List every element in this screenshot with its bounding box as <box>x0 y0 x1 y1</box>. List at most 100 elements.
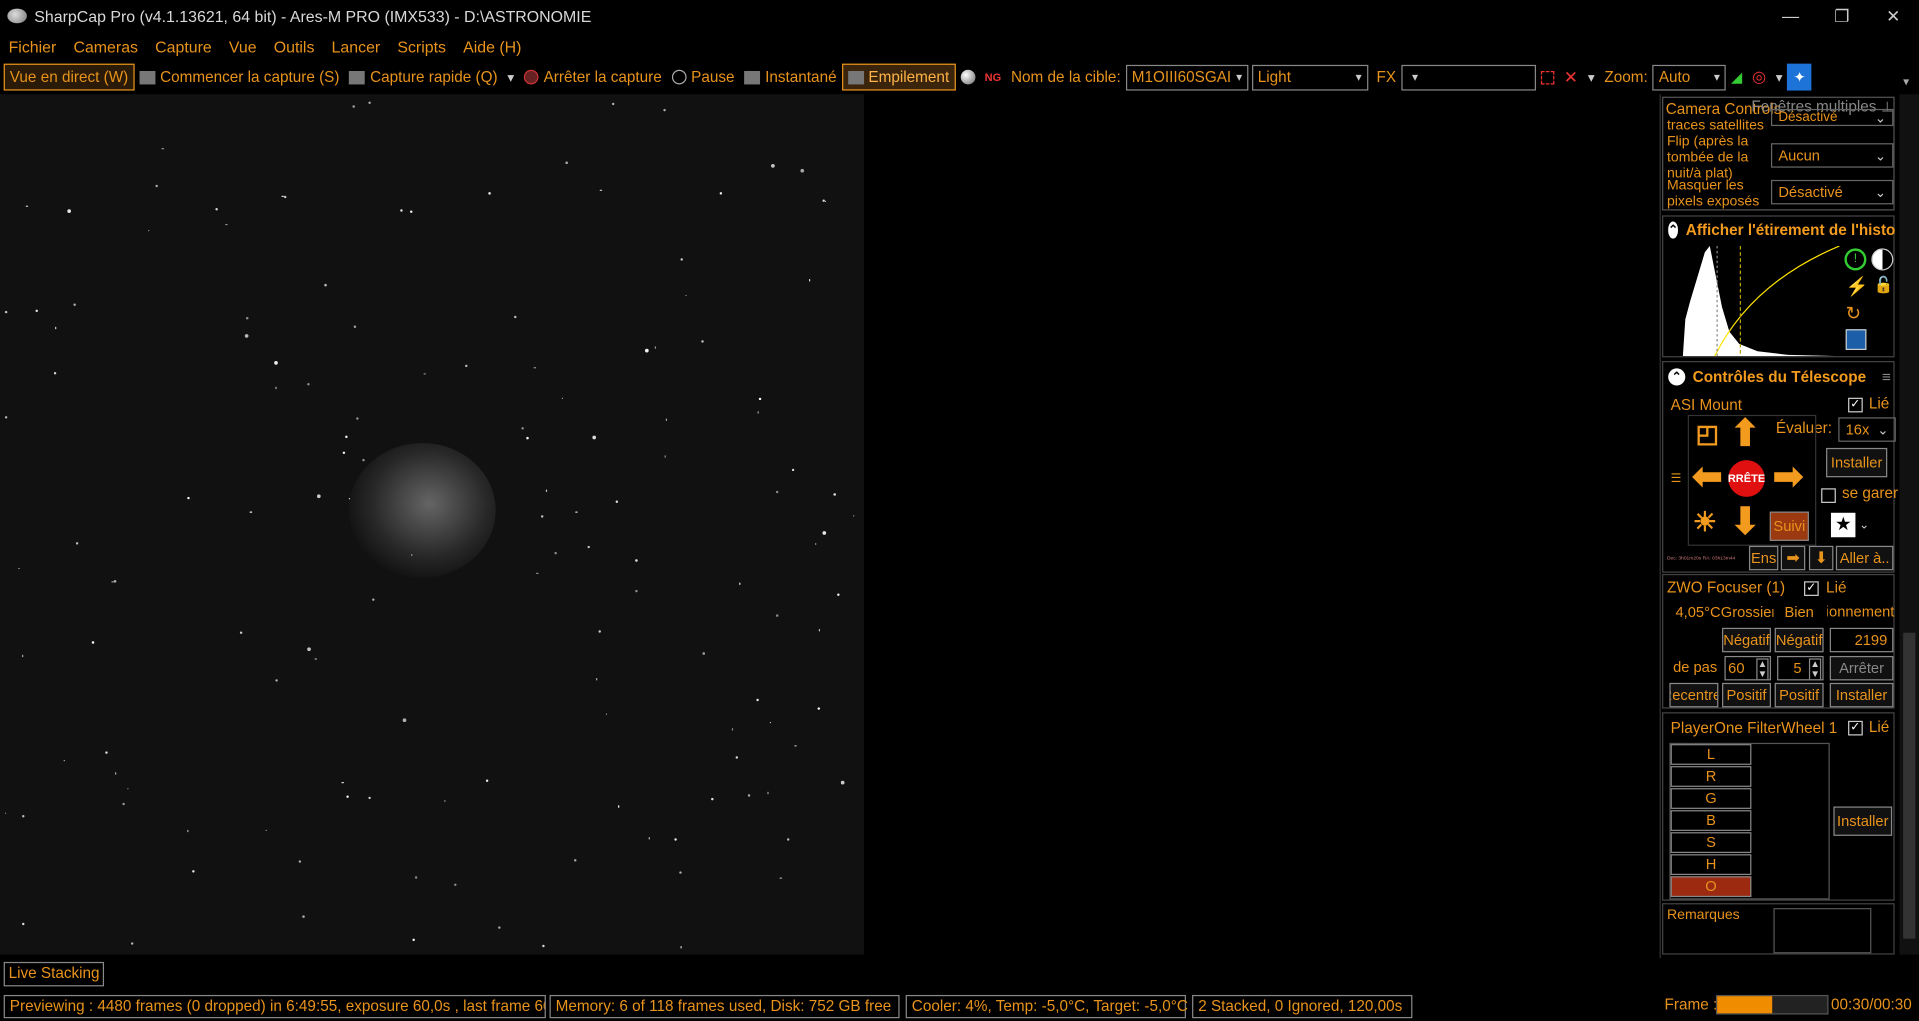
flip-select[interactable]: Aucun <box>1770 143 1894 168</box>
star-point <box>187 496 190 500</box>
filter-item-g[interactable]: G <box>1670 788 1752 809</box>
recenter-button[interactable]: Recentrer <box>1669 682 1719 708</box>
side-grip-icon[interactable]: ☰ <box>1671 472 1682 485</box>
stepper-icon[interactable]: ▲ ▼ <box>1756 658 1769 680</box>
arrow-right-small-button[interactable]: ➡ <box>1780 545 1806 571</box>
collapse-icon[interactable]: ⌃ <box>1668 368 1686 386</box>
star-point <box>324 284 327 287</box>
pause-button[interactable]: Pause <box>667 64 740 91</box>
filterwheel-linked-checkbox[interactable]: ✓ <box>1848 720 1863 736</box>
start-capture-button[interactable]: Commencer la capture (S) <box>134 64 344 91</box>
coarse-negative-button[interactable]: Négatif <box>1722 627 1771 653</box>
focuser-linked-checkbox[interactable]: ✓ <box>1804 581 1819 596</box>
menu-icon[interactable]: ≡ <box>1882 368 1891 385</box>
quick-capture-dropdown-icon[interactable]: ▾ <box>503 64 520 91</box>
mask-pixels-select[interactable]: Désactivé <box>1770 179 1894 205</box>
coarse-steps-input[interactable]: 60 ▲ ▼ <box>1724 655 1771 681</box>
mount-install-button[interactable]: Installer <box>1826 447 1888 478</box>
histogram-plot[interactable] <box>1665 245 1840 357</box>
collapse-icon[interactable]: ⌃ <box>1668 221 1679 239</box>
ng-overlay-icon[interactable]: NG <box>980 64 1006 91</box>
goto-button[interactable]: Aller à.. <box>1835 545 1894 571</box>
live-stacking-tab[interactable]: Live Stacking <box>3 961 105 987</box>
scroll-up-icon[interactable]: ▾ <box>1903 76 1909 89</box>
position-input[interactable]: 2199 <box>1829 627 1894 653</box>
fine-negative-button[interactable]: Négatif <box>1774 627 1824 653</box>
lock-icon[interactable]: 🔓 <box>1874 275 1894 295</box>
histogram-header[interactable]: ⌃ Afficher l'étirement de l'histogramme <box>1663 221 1896 239</box>
target-name-select[interactable]: M1OIII60SGAI <box>1125 64 1248 90</box>
filter-item-r[interactable]: R <box>1670 766 1752 787</box>
fine-positive-button[interactable]: Positif <box>1774 682 1824 708</box>
minimize-button[interactable]: — <box>1765 0 1816 32</box>
filter-item-o-selected[interactable]: O <box>1670 876 1752 898</box>
filter-item-h[interactable]: H <box>1670 854 1752 876</box>
arrow-down-icon[interactable]: ⬇ <box>1726 502 1765 542</box>
fx-select[interactable] <box>1400 64 1536 90</box>
coarse-positive-button[interactable]: Positif <box>1722 682 1771 708</box>
frame-type-select[interactable]: Light <box>1251 64 1368 90</box>
spiral-search-icon[interactable]: ◰ <box>1688 415 1727 454</box>
crop-icon[interactable] <box>1536 64 1559 91</box>
close-button[interactable]: ✕ <box>1868 0 1919 32</box>
filter-item-s[interactable]: S <box>1670 832 1752 853</box>
menu-scripts[interactable]: Scripts <box>389 37 455 55</box>
rate-select[interactable]: 16x <box>1838 417 1896 442</box>
notes-textarea[interactable] <box>1773 908 1872 954</box>
mount-linked-checkbox[interactable]: ✓ <box>1848 397 1863 413</box>
star-select[interactable]: ★ ⌄ <box>1830 510 1880 539</box>
panel-scrollbar[interactable] <box>1899 94 1919 955</box>
stacking-button[interactable]: Empilement <box>841 63 956 91</box>
flip-label: Flip (après la tombée de la nuit/à plat) <box>1666 134 1749 182</box>
menu-capture[interactable]: Capture <box>147 37 221 55</box>
snapshot-button[interactable]: Instantané <box>739 64 841 91</box>
target-reticle-icon[interactable]: ◎ <box>1747 64 1771 91</box>
quick-capture-button[interactable]: Capture rapide (Q) <box>344 64 502 91</box>
menu-cameras[interactable]: Cameras <box>65 37 147 55</box>
auto-stretch-icon[interactable]: ! <box>1844 248 1867 271</box>
contrast-icon[interactable] <box>1871 248 1894 271</box>
live-image-view[interactable] <box>0 94 865 955</box>
arrow-right-icon[interactable]: ➡ <box>1769 457 1808 497</box>
filter-item-l[interactable]: L <box>1670 744 1752 765</box>
crosshair-dropdown-icon[interactable]: ▾ <box>1583 64 1600 91</box>
star-point <box>824 200 827 203</box>
status-bar: Previewing : 4480 frames (0 dropped) in … <box>0 994 1919 1018</box>
menu-aide[interactable]: Aide (H) <box>455 37 530 55</box>
stepper-icon[interactable]: ▲ ▼ <box>1809 658 1822 680</box>
menu-outils[interactable]: Outils <box>265 37 323 55</box>
reset-icon[interactable]: ↻ <box>1846 302 1861 325</box>
stop-button[interactable]: ARRÊTER <box>1728 460 1765 497</box>
zoom-select[interactable]: Auto <box>1652 64 1727 90</box>
crosshair-icon[interactable]: ✕ <box>1559 64 1583 91</box>
reticle-dropdown-icon[interactable]: ▾ <box>1771 64 1788 91</box>
filterwheel-install-button[interactable]: Installer <box>1833 806 1893 836</box>
brightness-sphere-icon[interactable] <box>955 64 979 91</box>
fine-steps-input[interactable]: 5 ▲ ▼ <box>1777 655 1824 681</box>
histogram-mini-icon[interactable]: ◢ <box>1726 64 1747 91</box>
arrow-up-icon[interactable]: ⬆ <box>1726 414 1765 454</box>
lightning-icon[interactable]: ⚡ <box>1846 275 1869 298</box>
focuser-stop-button[interactable]: Arrêter <box>1829 655 1894 681</box>
focuser-install-button[interactable]: Installer <box>1829 682 1894 708</box>
filter-item-b[interactable]: B <box>1670 810 1752 831</box>
save-icon[interactable] <box>1845 329 1867 351</box>
arrow-down-small-button[interactable]: ⬇ <box>1808 545 1834 571</box>
frame-time: 00:30/00:30 <box>1830 996 1912 1014</box>
star-point <box>767 791 770 794</box>
menu-lancer[interactable]: Lancer <box>323 37 389 55</box>
arrow-left-icon[interactable]: ⬅ <box>1688 457 1727 497</box>
polar-align-icon[interactable]: ✦ <box>1787 63 1812 91</box>
set-button[interactable]: Ens <box>1748 545 1779 571</box>
tracking-button[interactable]: Suivi <box>1769 511 1809 541</box>
target-sun-icon[interactable]: ☀ <box>1685 503 1724 542</box>
live-view-button[interactable]: Vue en direct (W) <box>3 63 135 91</box>
stop-capture-button[interactable]: Arrêter la capture <box>519 64 667 91</box>
star-point <box>225 223 228 226</box>
menu-vue[interactable]: Vue <box>220 37 265 55</box>
satellite-trails-select[interactable]: Désactivé <box>1770 108 1894 127</box>
maximize-button[interactable]: ❐ <box>1816 0 1867 32</box>
park-checkbox[interactable] <box>1821 488 1836 503</box>
menu-fichier[interactable]: Fichier <box>0 37 65 55</box>
telescope-header[interactable]: ⌃ Contrôles du Télescope ≡ <box>1663 368 1896 386</box>
